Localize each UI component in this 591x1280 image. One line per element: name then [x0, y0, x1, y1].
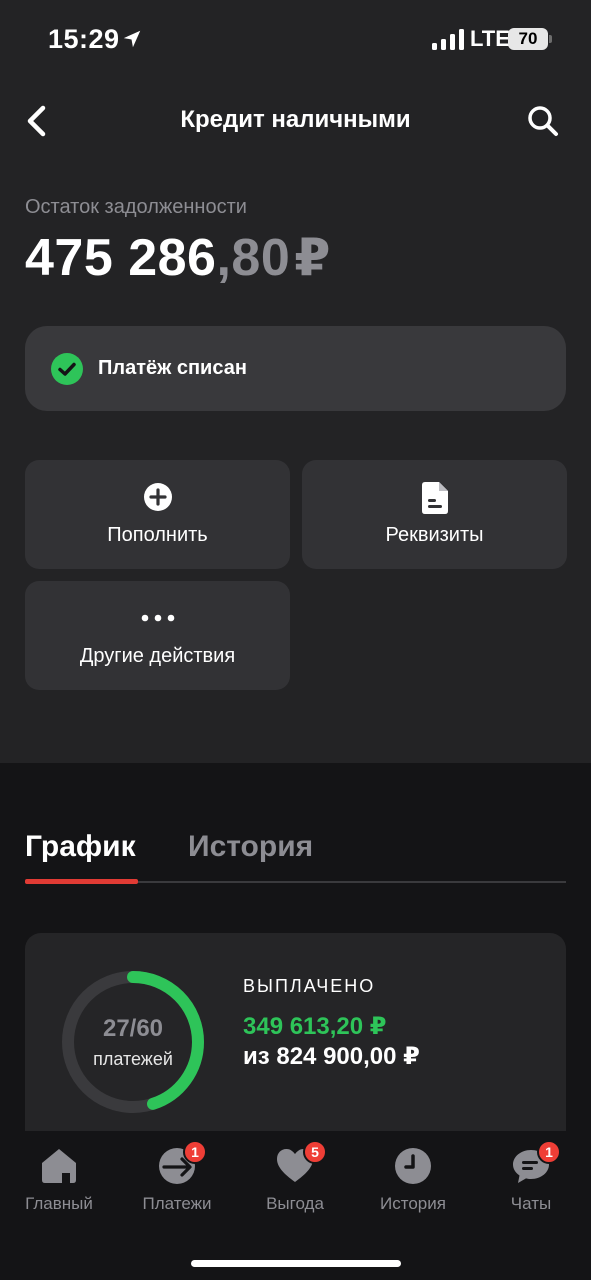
balance-amount: 475 286,80₽ — [25, 228, 331, 288]
nav-item-benefits[interactable]: 5 Выгода — [236, 1131, 354, 1231]
paid-amount: 349 613,20 ₽ — [243, 1013, 387, 1040]
balance-label: Остаток задолженности — [25, 196, 247, 218]
top-up-label: Пополнить — [107, 524, 208, 546]
nav-label-benefits: Выгода — [266, 1194, 324, 1213]
home-indicator[interactable] — [191, 1260, 401, 1267]
plus-circle-icon — [143, 483, 172, 511]
paid-label: ВЫПЛАЧЕНО — [243, 976, 376, 996]
total-amount: из 824 900,00 ₽ — [243, 1043, 420, 1070]
signal-icon — [432, 29, 464, 50]
battery-icon: 70 — [508, 28, 548, 50]
nav-label-home: Главный — [25, 1194, 93, 1213]
balance-integer: 475 286 — [25, 229, 217, 287]
payments-badge: 1 — [183, 1140, 207, 1164]
search-icon[interactable] — [525, 103, 561, 139]
top-up-button[interactable]: Пополнить — [25, 460, 290, 569]
balance-currency: ₽ — [294, 229, 331, 287]
document-icon — [421, 482, 448, 514]
other-actions-label: Другие действия — [79, 645, 236, 667]
clock-icon — [395, 1148, 431, 1184]
nav-label-history: История — [380, 1194, 446, 1213]
benefits-badge: 5 — [303, 1140, 327, 1164]
requisites-label: Реквизиты — [385, 524, 484, 546]
bottom-nav: Главный 1 Платежи 5 Выгода История 1 Чат… — [0, 1131, 591, 1280]
other-actions-button[interactable]: Другие действия — [25, 581, 290, 690]
location-arrow-icon — [123, 30, 141, 48]
home-icon — [42, 1149, 76, 1183]
nav-item-home[interactable]: Главный — [0, 1131, 118, 1231]
credit-screen: 15:29 LTE 70 Кредит наличными Остаток за… — [0, 0, 591, 1280]
payments-label: платежей — [93, 1049, 173, 1069]
active-tab-indicator — [25, 879, 138, 884]
payments-count: 27/60 — [102, 1015, 164, 1042]
tab-schedule[interactable]: График — [25, 830, 136, 864]
requisites-button[interactable]: Реквизиты — [302, 460, 567, 569]
status-time: 15:29 — [48, 24, 120, 54]
payment-status-text: Платёж списан — [98, 357, 247, 379]
balance-fraction: ,80 — [216, 229, 291, 287]
tab-history[interactable]: История — [188, 830, 313, 864]
chats-badge: 1 — [537, 1140, 561, 1164]
more-dots-icon — [141, 614, 174, 622]
nav-item-history[interactable]: История — [354, 1131, 472, 1231]
payment-status-card[interactable]: Платёж списан — [25, 326, 566, 411]
check-circle-icon — [51, 353, 83, 385]
nav-label-payments: Платежи — [142, 1194, 212, 1213]
battery-nub — [549, 35, 552, 43]
nav-item-payments[interactable]: 1 Платежи — [118, 1131, 236, 1231]
nav-label-chats: Чаты — [510, 1194, 552, 1213]
network-label: LTE — [470, 26, 510, 51]
nav-item-chats[interactable]: 1 Чаты — [472, 1131, 590, 1231]
page-title: Кредит наличными — [180, 106, 411, 133]
